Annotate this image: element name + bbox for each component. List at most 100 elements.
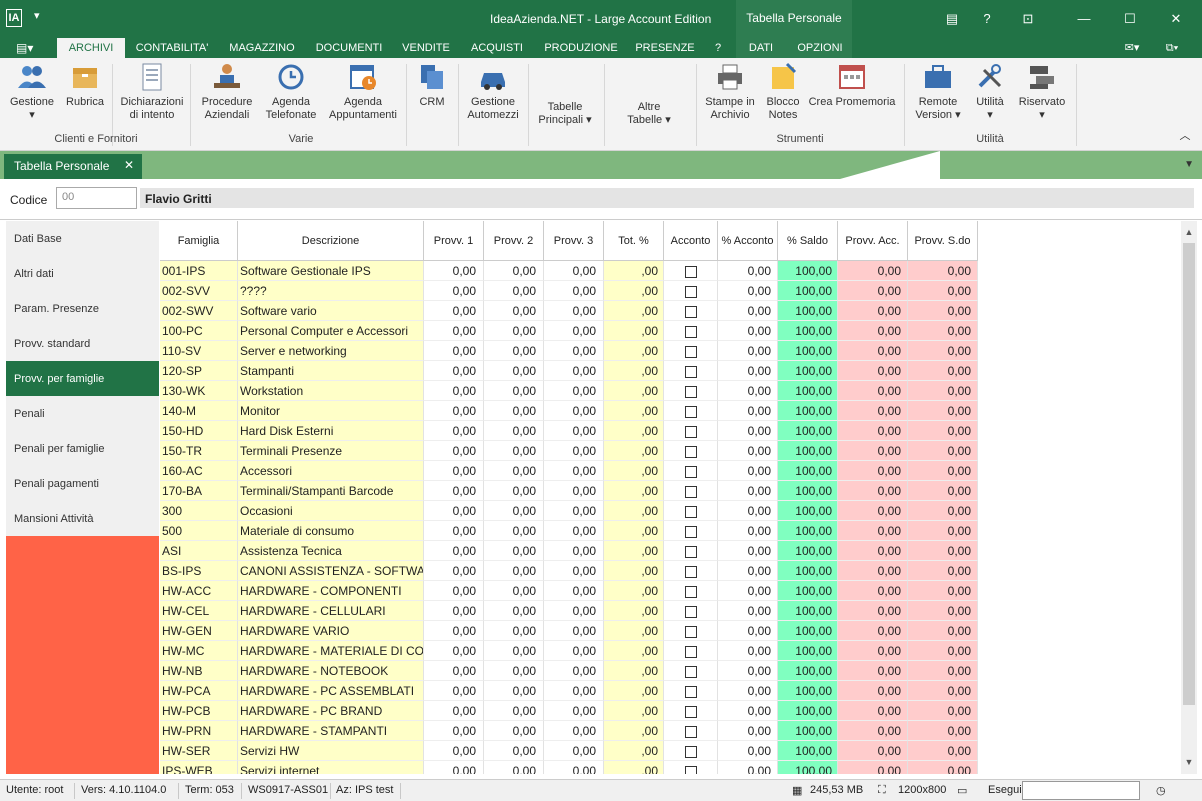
agenda-telefonate-button[interactable]: Agenda Telefonate (260, 62, 322, 122)
cell-provv1[interactable]: 0,00 (424, 581, 484, 601)
acconto-checkbox[interactable] (684, 265, 697, 278)
cell-provv-sdo[interactable]: 0,00 (908, 401, 978, 421)
cell-perc-acconto[interactable]: 0,00 (718, 321, 778, 341)
cell-tot[interactable]: ,00 (604, 281, 664, 301)
cell-tot[interactable]: ,00 (604, 441, 664, 461)
esegui-input[interactable] (1022, 781, 1140, 800)
cell-provv3[interactable]: 0,00 (544, 401, 604, 421)
cell-provv-sdo[interactable]: 0,00 (908, 281, 978, 301)
cell-tot[interactable]: ,00 (604, 721, 664, 741)
acconto-checkbox[interactable] (684, 525, 697, 538)
cell-descrizione[interactable]: HARDWARE - PC ASSEMBLATI (238, 681, 424, 701)
stampe-archivio-button[interactable]: Stampe in Archivio (700, 62, 760, 122)
cell-perc-saldo[interactable]: 100,00 (778, 461, 838, 481)
cell-provv3[interactable]: 0,00 (544, 581, 604, 601)
acconto-checkbox[interactable] (684, 365, 697, 378)
cell-descrizione[interactable]: Materiale di consumo (238, 521, 424, 541)
cell-perc-saldo[interactable]: 100,00 (778, 481, 838, 501)
cell-provv3[interactable]: 0,00 (544, 341, 604, 361)
gestione-automezzi-button[interactable]: Gestione Automezzi (462, 62, 524, 122)
acconto-checkbox[interactable] (684, 745, 697, 758)
cell-acconto[interactable] (664, 281, 718, 301)
cell-descrizione[interactable]: HARDWARE - NOTEBOOK (238, 661, 424, 681)
cell-famiglia[interactable]: 150-HD (160, 421, 238, 441)
cell-provv2[interactable]: 0,00 (484, 641, 544, 661)
cell-provv1[interactable]: 0,00 (424, 421, 484, 441)
scroll-thumb[interactable] (1183, 243, 1195, 705)
cell-provv-acc[interactable]: 0,00 (838, 561, 908, 581)
cell-acconto[interactable] (664, 621, 718, 641)
acconto-checkbox[interactable] (684, 545, 697, 558)
cell-perc-saldo[interactable]: 100,00 (778, 761, 838, 774)
cell-provv2[interactable]: 0,00 (484, 361, 544, 381)
cell-famiglia[interactable]: HW-GEN (160, 621, 238, 641)
cell-provv3[interactable]: 0,00 (544, 681, 604, 701)
cell-perc-acconto[interactable]: 0,00 (718, 441, 778, 461)
table-row[interactable]: 002-SWV Software vario 0,00 0,00 0,00,00 0,00… (160, 301, 1181, 321)
table-row[interactable]: 300 Occasioni 0,00 0,00 0,00,00 0,00 100,00 0,0… (160, 501, 1181, 521)
cell-perc-saldo[interactable]: 100,00 (778, 621, 838, 641)
acconto-checkbox[interactable] (684, 705, 697, 718)
cell-provv2[interactable]: 0,00 (484, 761, 544, 774)
cell-tot[interactable]: ,00 (604, 641, 664, 661)
cell-famiglia[interactable]: 150-TR (160, 441, 238, 461)
nav-param-presenze[interactable]: Param. Presenze (6, 291, 159, 326)
table-row[interactable]: HW-PCB HARDWARE - PC BRAND 0,00 0,00 0,00,00… (160, 701, 1181, 721)
cell-provv3[interactable]: 0,00 (544, 621, 604, 641)
cell-provv1[interactable]: 0,00 (424, 681, 484, 701)
acconto-checkbox[interactable] (684, 585, 697, 598)
cell-famiglia[interactable]: 130-WK (160, 381, 238, 401)
grid-vertical-scrollbar[interactable]: ▲ ▼ (1181, 221, 1197, 774)
cell-provv1[interactable]: 0,00 (424, 401, 484, 421)
nav-provv-per-famiglie[interactable]: Provv. per famiglie (6, 361, 159, 396)
cell-descrizione[interactable]: CANONI ASSISTENZA - SOFTWARE (238, 561, 424, 581)
acconto-checkbox[interactable] (684, 285, 697, 298)
cell-provv-acc[interactable]: 0,00 (838, 361, 908, 381)
cell-acconto[interactable] (664, 701, 718, 721)
cell-acconto[interactable] (664, 681, 718, 701)
cell-provv-acc[interactable]: 0,00 (838, 261, 908, 281)
cell-provv-acc[interactable]: 0,00 (838, 301, 908, 321)
cell-tot[interactable]: ,00 (604, 521, 664, 541)
rubrica-button[interactable]: Rubrica (62, 62, 108, 109)
cell-perc-saldo[interactable]: 100,00 (778, 341, 838, 361)
cell-tot[interactable]: ,00 (604, 301, 664, 321)
blocco-notes-button[interactable]: Blocco Notes (762, 62, 804, 122)
nav-mansioni-attivita[interactable]: Mansioni Attività (6, 501, 159, 536)
cell-provv-acc[interactable]: 0,00 (838, 581, 908, 601)
cell-provv1[interactable]: 0,00 (424, 621, 484, 641)
cell-famiglia[interactable]: 500 (160, 521, 238, 541)
riservato-button[interactable]: Riservato ▾ (1014, 62, 1070, 122)
tab-vendite[interactable]: VENDITE (396, 38, 456, 58)
cell-perc-saldo[interactable]: 100,00 (778, 541, 838, 561)
cell-provv-acc[interactable]: 0,00 (838, 621, 908, 641)
cell-perc-acconto[interactable]: 0,00 (718, 561, 778, 581)
cell-provv-acc[interactable]: 0,00 (838, 341, 908, 361)
clock-icon[interactable]: ◷ (1156, 784, 1166, 797)
cell-descrizione[interactable]: Assistenza Tecnica (238, 541, 424, 561)
cell-famiglia[interactable]: HW-PRN (160, 721, 238, 741)
table-row[interactable]: IPS-WEB Servizi internet 0,00 0,00 0,00,00 0,… (160, 761, 1181, 774)
cell-perc-acconto[interactable]: 0,00 (718, 341, 778, 361)
cell-provv2[interactable]: 0,00 (484, 661, 544, 681)
cell-provv-acc[interactable]: 0,00 (838, 321, 908, 341)
agenda-appuntamenti-button[interactable]: Agenda Appuntamenti (326, 62, 400, 122)
cell-provv2[interactable]: 0,00 (484, 261, 544, 281)
cell-provv-sdo[interactable]: 0,00 (908, 301, 978, 321)
cell-perc-acconto[interactable]: 0,00 (718, 761, 778, 774)
acconto-checkbox[interactable] (684, 385, 697, 398)
cell-famiglia[interactable]: 160-AC (160, 461, 238, 481)
cell-provv3[interactable]: 0,00 (544, 521, 604, 541)
cell-provv-sdo[interactable]: 0,00 (908, 341, 978, 361)
cell-tot[interactable]: ,00 (604, 541, 664, 561)
tab-documenti[interactable]: DOCUMENTI (310, 38, 388, 58)
remote-version-button[interactable]: Remote Version ▾ (910, 62, 966, 122)
table-row[interactable]: 500 Materiale di consumo 0,00 0,00 0,00,00 0,… (160, 521, 1181, 541)
col-perc-saldo[interactable]: % Saldo (778, 221, 838, 261)
cell-provv2[interactable]: 0,00 (484, 541, 544, 561)
cell-famiglia[interactable]: ASI (160, 541, 238, 561)
cell-provv-sdo[interactable]: 0,00 (908, 361, 978, 381)
table-row[interactable]: 120-SP Stampanti 0,00 0,00 0,00,00 0,00 100,00… (160, 361, 1181, 381)
table-row[interactable]: HW-MCHARDWARE - MATERIALE DI CONSU0,000,… (160, 641, 1181, 661)
cell-descrizione[interactable]: HARDWARE - MATERIALE DI CONSU (238, 641, 424, 661)
